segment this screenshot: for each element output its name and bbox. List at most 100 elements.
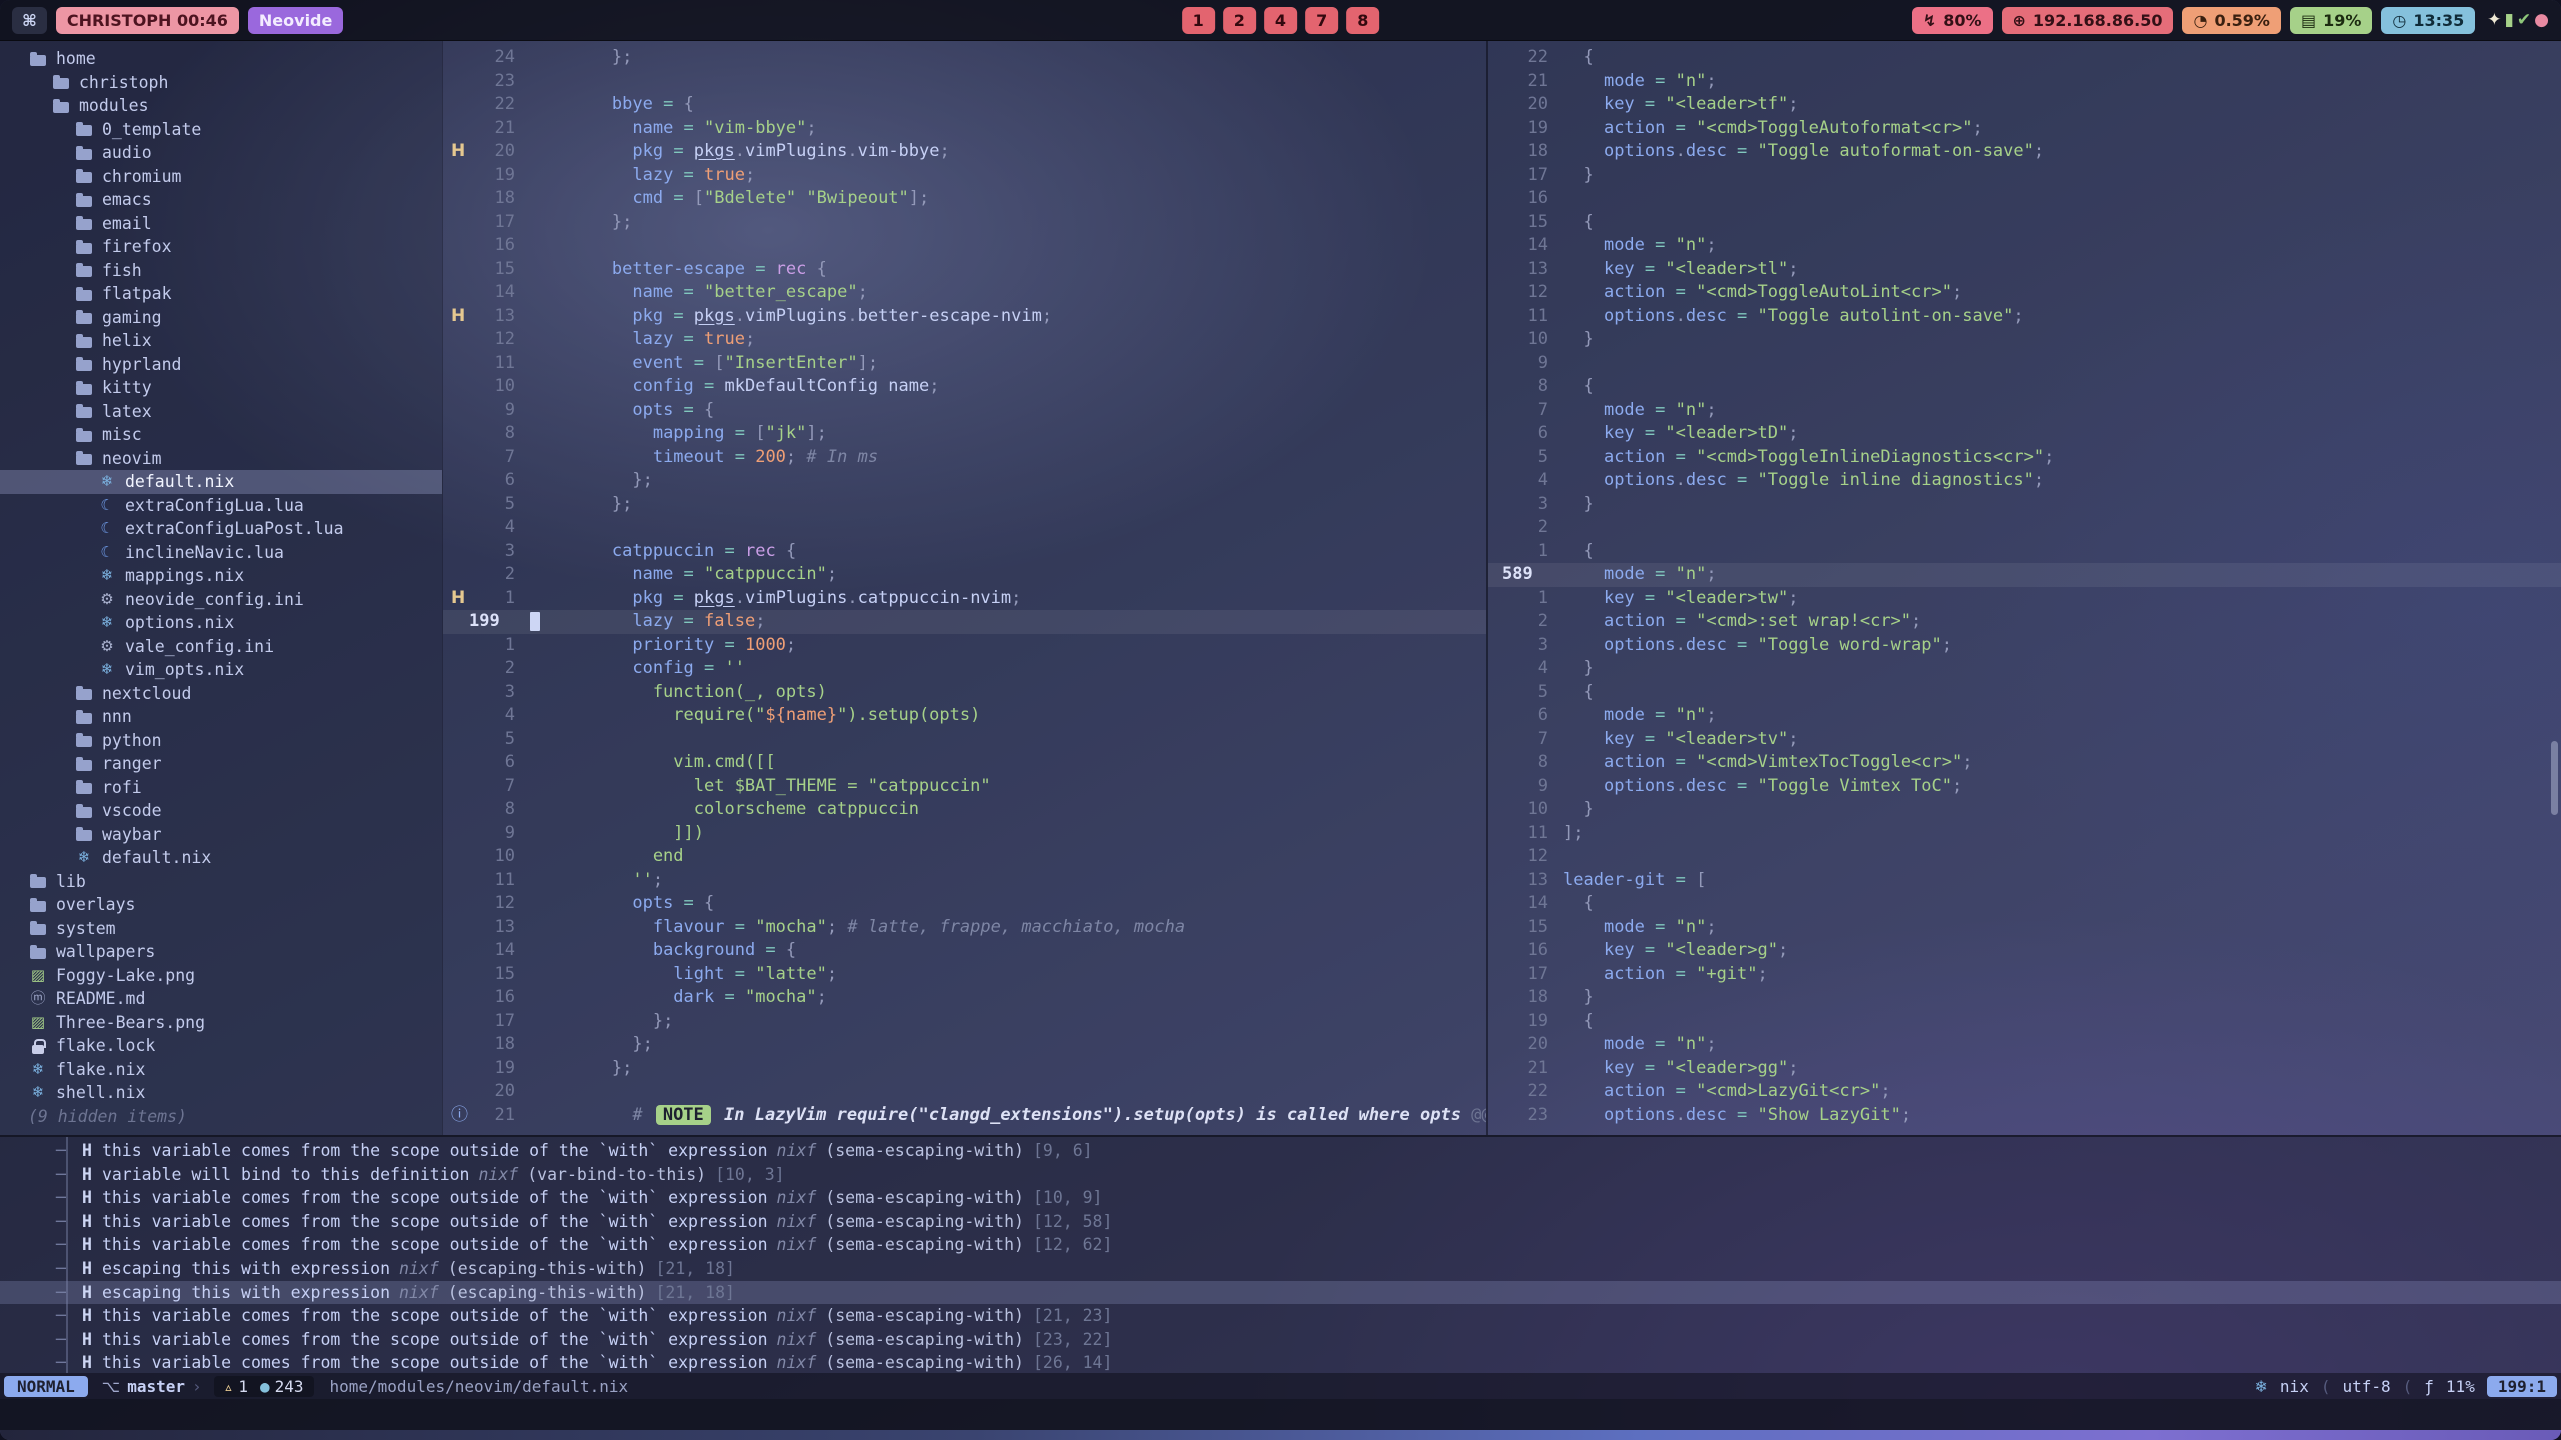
- code-line[interactable]: 10 }: [1488, 798, 2561, 822]
- quickfix-item[interactable]: ─Hthis variable comes from the scope out…: [0, 1328, 2561, 1352]
- tree-folder[interactable]: python: [0, 729, 442, 753]
- bulb-tray-icon[interactable]: ✦: [2487, 10, 2501, 30]
- quickfix-item[interactable]: ─Hthis variable comes from the scope out…: [0, 1186, 2561, 1210]
- code-line[interactable]: 9: [1488, 352, 2561, 376]
- cpu-widget[interactable]: ◔0.59%: [2182, 7, 2280, 34]
- code-line[interactable]: 10 end: [443, 845, 1486, 869]
- tree-file[interactable]: ❄default.nix: [0, 846, 442, 870]
- tree-folder[interactable]: overlays: [0, 893, 442, 917]
- code-line[interactable]: 6 mode = "n";: [1488, 704, 2561, 728]
- code-line[interactable]: 3 catppuccin = rec {: [443, 540, 1486, 564]
- code-line[interactable]: 2 name = "catppuccin";: [443, 563, 1486, 587]
- code-line[interactable]: 22 bbye = {: [443, 93, 1486, 117]
- code-line[interactable]: H1 pkg = pkgs.vimPlugins.catppuccin-nvim…: [443, 587, 1486, 611]
- code-line[interactable]: 16: [1488, 187, 2561, 211]
- tree-file[interactable]: ⚙vale_config.ini: [0, 635, 442, 659]
- tree-folder[interactable]: ranger: [0, 752, 442, 776]
- code-line[interactable]: 22 {: [1488, 46, 2561, 70]
- code-line[interactable]: 21 name = "vim-bbye";: [443, 117, 1486, 141]
- tree-folder[interactable]: nextcloud: [0, 682, 442, 706]
- tree-file[interactable]: ❄default.nix: [0, 470, 442, 494]
- code-line[interactable]: 14 mode = "n";: [1488, 234, 2561, 258]
- diagnostics-summary[interactable]: ▵1 ●243: [214, 1376, 314, 1397]
- code-line[interactable]: 17 action = "+git";: [1488, 963, 2561, 987]
- code-line[interactable]: 2 config = '': [443, 657, 1486, 681]
- code-line[interactable]: 14 background = {: [443, 939, 1486, 963]
- memory-widget[interactable]: ▤19%: [2290, 7, 2372, 34]
- code-line[interactable]: 2: [1488, 516, 2561, 540]
- tree-folder[interactable]: rofi: [0, 776, 442, 800]
- quickfix-item[interactable]: ─Hescaping this with expressionnixf(esca…: [0, 1281, 2561, 1305]
- quickfix-item[interactable]: ─Hthis variable comes from the scope out…: [0, 1139, 2561, 1163]
- code-line[interactable]: 6 };: [443, 469, 1486, 493]
- code-line[interactable]: 9 ]]): [443, 822, 1486, 846]
- code-line[interactable]: 24 };: [443, 46, 1486, 70]
- code-line[interactable]: 9 opts = {: [443, 399, 1486, 423]
- code-line[interactable]: 10 config = mkDefaultConfig name;: [443, 375, 1486, 399]
- tree-file[interactable]: ❄mappings.nix: [0, 564, 442, 588]
- tree-folder[interactable]: vscode: [0, 799, 442, 823]
- code-line[interactable]: 21 key = "<leader>gg";: [1488, 1057, 2561, 1081]
- code-line[interactable]: 13leader-git = [: [1488, 869, 2561, 893]
- tree-folder[interactable]: wallpapers: [0, 940, 442, 964]
- host-session-badge[interactable]: CHRISTOPH 00:46: [56, 7, 239, 34]
- code-line[interactable]: 11 event = ["InsertEnter"];: [443, 352, 1486, 376]
- tree-folder[interactable]: firefox: [0, 235, 442, 259]
- code-line[interactable]: 20: [443, 1080, 1486, 1104]
- tree-file[interactable]: ☾inclineNavic.lua: [0, 541, 442, 565]
- clock-widget[interactable]: ◷13:35: [2381, 7, 2475, 34]
- code-line[interactable]: 20 key = "<leader>tf";: [1488, 93, 2561, 117]
- tree-folder[interactable]: gaming: [0, 306, 442, 330]
- code-line[interactable]: 6 vim.cmd([[: [443, 751, 1486, 775]
- code-line[interactable]: 5 {: [1488, 681, 2561, 705]
- git-branch[interactable]: ⌥ master ›: [102, 1377, 202, 1396]
- code-line[interactable]: 8 action = "<cmd>VimtexTocToggle<cr>";: [1488, 751, 2561, 775]
- quickfix-item[interactable]: ─Hthis variable comes from the scope out…: [0, 1351, 2561, 1373]
- tree-file[interactable]: ❄vim_opts.nix: [0, 658, 442, 682]
- tree-file[interactable]: ☾extraConfigLua.lua: [0, 494, 442, 518]
- code-line[interactable]: H20 pkg = pkgs.vimPlugins.vim-bbye;: [443, 140, 1486, 164]
- code-line[interactable]: 17 }: [1488, 164, 2561, 188]
- tree-file[interactable]: ❄flake.nix: [0, 1058, 442, 1082]
- code-line[interactable]: 19 action = "<cmd>ToggleAutoformat<cr>";: [1488, 117, 2561, 141]
- tree-file[interactable]: ⚙neovide_config.ini: [0, 588, 442, 612]
- battery-tray-icon[interactable]: ▮: [2505, 10, 2514, 30]
- code-line[interactable]: 4 require("${name}").setup(opts): [443, 704, 1486, 728]
- code-line[interactable]: 5 };: [443, 493, 1486, 517]
- code-line[interactable]: 6 key = "<leader>tD";: [1488, 422, 2561, 446]
- quickfix-item[interactable]: ─Hthis variable comes from the scope out…: [0, 1304, 2561, 1328]
- code-line[interactable]: 14 name = "better_escape";: [443, 281, 1486, 305]
- code-line[interactable]: 23 options.desc = "Show LazyGit";: [1488, 1104, 2561, 1128]
- network-widget[interactable]: ⊕192.168.86.50: [2002, 7, 2174, 34]
- code-line[interactable]: 17 };: [443, 1010, 1486, 1034]
- code-line[interactable]: 9 options.desc = "Toggle Vimtex ToC";: [1488, 775, 2561, 799]
- code-line[interactable]: 19 {: [1488, 1010, 2561, 1034]
- code-line[interactable]: 16: [443, 234, 1486, 258]
- tree-folder[interactable]: neovim: [0, 447, 442, 471]
- code-line[interactable]: 12 opts = {: [443, 892, 1486, 916]
- battery-widget[interactable]: ↯80%: [1912, 7, 1993, 34]
- quickfix-item[interactable]: ─Hthis variable comes from the scope out…: [0, 1210, 2561, 1234]
- code-line[interactable]: 7 let $BAT_THEME = "catppuccin": [443, 775, 1486, 799]
- code-line[interactable]: 5: [443, 728, 1486, 752]
- code-line[interactable]: 16 key = "<leader>g";: [1488, 939, 2561, 963]
- tree-folder[interactable]: flatpak: [0, 282, 442, 306]
- code-line[interactable]: 23: [443, 70, 1486, 94]
- code-line[interactable]: 18 options.desc = "Toggle autoformat-on-…: [1488, 140, 2561, 164]
- tree-folder[interactable]: hyprland: [0, 353, 442, 377]
- code-line[interactable]: H13 pkg = pkgs.vimPlugins.better-escape-…: [443, 305, 1486, 329]
- quickfix-item[interactable]: ─Hthis variable comes from the scope out…: [0, 1233, 2561, 1257]
- code-line[interactable]: 18 }: [1488, 986, 2561, 1010]
- code-line[interactable]: ⓘ21 # NOTE In LazyVim require("clangd_ex…: [443, 1104, 1486, 1128]
- code-line[interactable]: 7 mode = "n";: [1488, 399, 2561, 423]
- code-line[interactable]: 8 mapping = ["jk"];: [443, 422, 1486, 446]
- code-line[interactable]: 16 dark = "mocha";: [443, 986, 1486, 1010]
- tree-folder[interactable]: audio: [0, 141, 442, 165]
- tree-folder[interactable]: 0_template: [0, 118, 442, 142]
- code-line[interactable]: 15 light = "latte";: [443, 963, 1486, 987]
- code-line[interactable]: 11 '';: [443, 869, 1486, 893]
- code-line[interactable]: 1 priority = 1000;: [443, 634, 1486, 658]
- code-line[interactable]: 15 {: [1488, 211, 2561, 235]
- tree-folder[interactable]: nnn: [0, 705, 442, 729]
- code-line[interactable]: 19 };: [443, 1057, 1486, 1081]
